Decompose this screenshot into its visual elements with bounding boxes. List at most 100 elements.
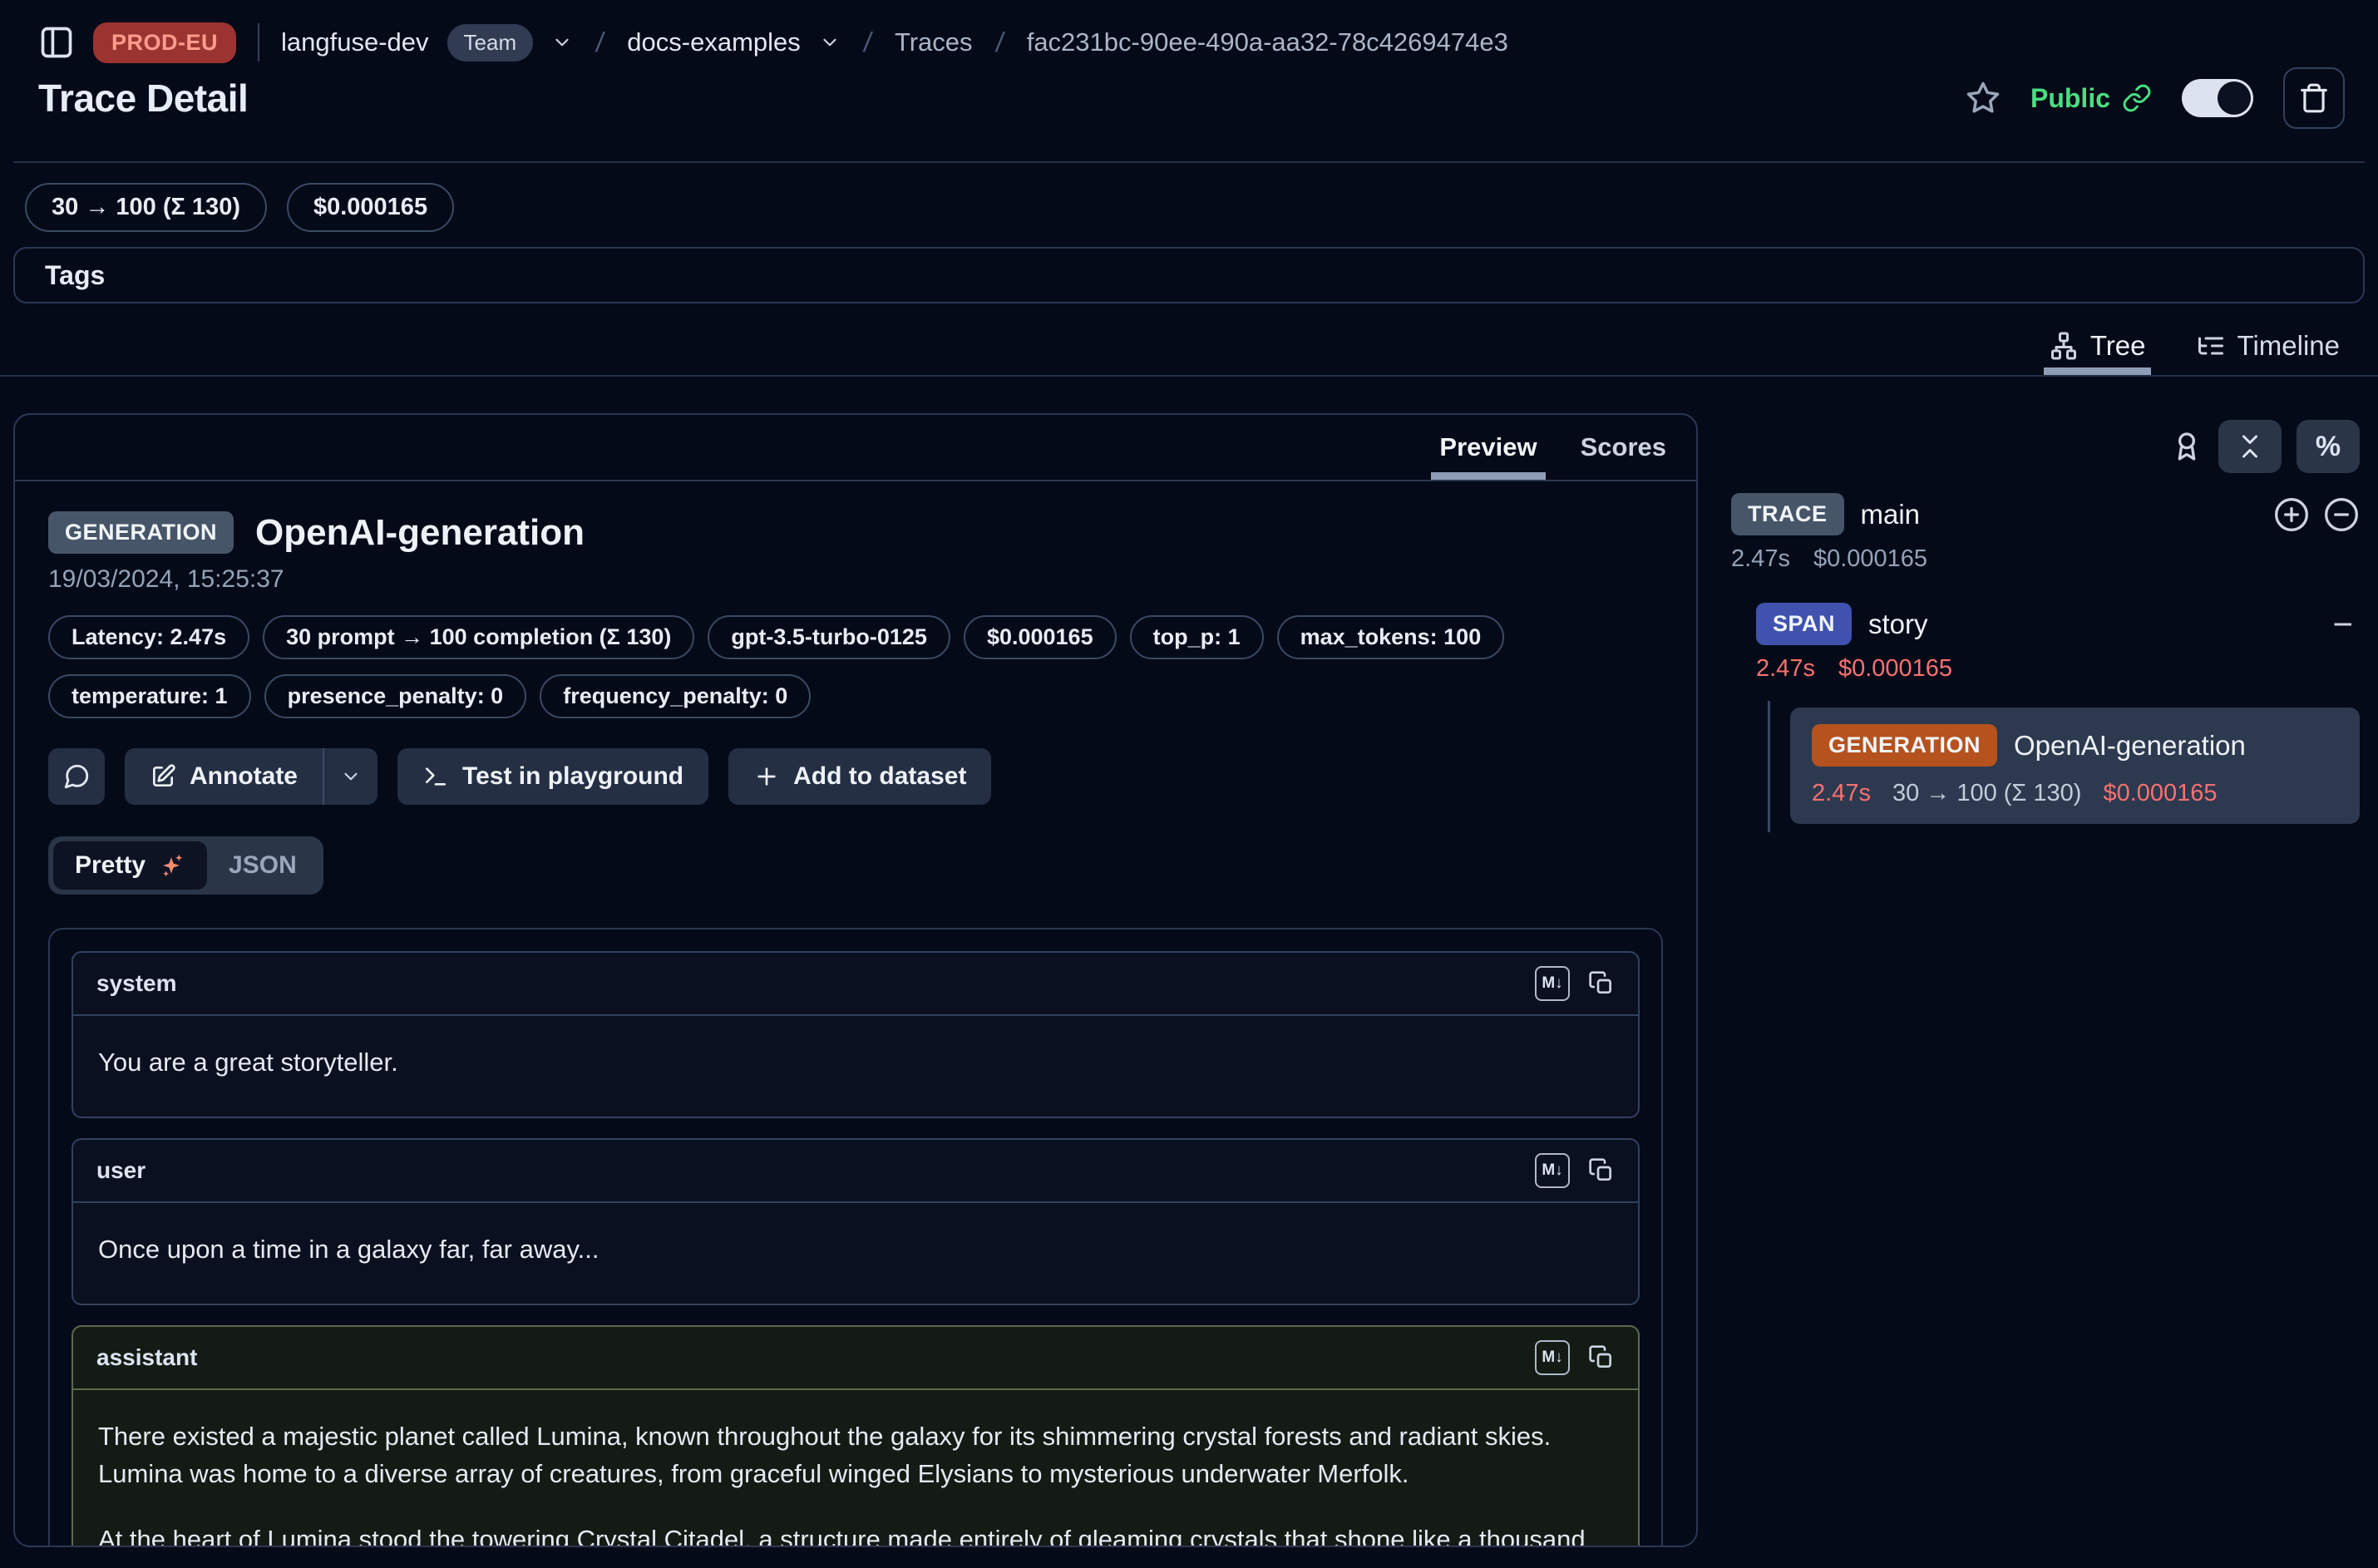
tab-timeline-label: Timeline [2237, 330, 2340, 362]
top-p-chip[interactable]: top_p: 1 [1130, 615, 1264, 659]
annotate-split-button: Annotate [125, 748, 377, 805]
collapse-all-button[interactable] [2218, 420, 2282, 473]
breadcrumb: PROD-EU langfuse-dev Team / docs-example… [0, 0, 2378, 63]
view-tabs: Tree Timeline [0, 303, 2378, 375]
copy-icon[interactable] [1588, 1344, 1615, 1371]
generation-name: OpenAI-generation [2014, 730, 2246, 762]
playground-label: Test in playground [462, 762, 683, 791]
observation-panel: Preview Scores GENERATION OpenAI-generat… [13, 413, 1698, 1547]
max-tokens-chip[interactable]: max_tokens: 100 [1277, 615, 1505, 659]
markdown-toggle-icon[interactable]: M↓ [1535, 1340, 1570, 1375]
breadcrumb-slash: / [594, 27, 606, 58]
annotate-dropdown-button[interactable] [324, 748, 377, 805]
sparkles-icon [157, 851, 185, 880]
edit-icon [150, 763, 176, 790]
metrics-percent-button[interactable]: % [2297, 420, 2360, 473]
timeline-icon [2196, 331, 2226, 361]
breadcrumb-project[interactable]: docs-examples [627, 27, 800, 57]
public-label: Public [2030, 83, 2110, 114]
actions-row: Annotate Test in playground Add to datas… [48, 748, 1663, 805]
cost-badge[interactable]: $0.000165 [287, 183, 454, 232]
tokens-chip[interactable]: 30 prompt → 100 completion (Σ 130) [263, 615, 694, 659]
span-metrics: 2.47s $0.000165 [1756, 655, 2360, 683]
annotate-button[interactable]: Annotate [125, 748, 323, 805]
add-to-dataset-button[interactable]: Add to dataset [728, 748, 991, 805]
markdown-toggle-icon[interactable]: M↓ [1535, 1153, 1570, 1188]
tags-box[interactable]: Tags [13, 247, 2365, 303]
message-content: Once upon a time in a galaxy far, far aw… [73, 1203, 1638, 1304]
span-type-badge: SPAN [1756, 603, 1852, 645]
format-json[interactable]: JSON [207, 841, 318, 890]
frequency-penalty-chip[interactable]: frequency_penalty: 0 [540, 674, 811, 718]
tab-timeline[interactable]: Timeline [2196, 330, 2340, 375]
collapse-span-icon[interactable]: − [2332, 607, 2360, 642]
trace-tree: TRACE main 2.47s $0.000165 SPAN story − [1731, 493, 2360, 832]
link-icon [2122, 83, 2152, 113]
trace-summary-badges: 30 → 100 (Σ 130) $0.000165 [0, 163, 2378, 232]
temperature-chip[interactable]: temperature: 1 [48, 674, 251, 718]
copy-icon[interactable] [1588, 1157, 1615, 1184]
tree-icon [2049, 331, 2079, 361]
tree-span-block: SPAN story − 2.47s $0.000165 GENERATION … [1756, 603, 2360, 832]
breadcrumb-section-traces[interactable]: Traces [895, 27, 973, 57]
generation-tokens: 30 → 100 (Σ 130) [1892, 780, 2082, 807]
generation-cost: $0.000165 [2103, 780, 2217, 807]
token-usage-badge[interactable]: 30 → 100 (Σ 130) [25, 183, 267, 232]
divider [0, 375, 2378, 377]
breadcrumb-trace-id: fac231bc-90ee-490a-aa32-78c4269474e3 [1027, 27, 1508, 57]
comment-button[interactable] [48, 748, 105, 805]
generation-latency: 2.47s [1812, 780, 1871, 807]
observation-timestamp: 19/03/2024, 15:25:37 [48, 565, 1663, 594]
observation-type-badge: GENERATION [48, 511, 234, 554]
message-content: You are a great storyteller. [73, 1016, 1638, 1117]
tab-preview[interactable]: Preview [1439, 415, 1537, 480]
public-link[interactable]: Public [2030, 83, 2152, 114]
tree-row-generation-selected[interactable]: GENERATION OpenAI-generation 2.47s 30 → … [1790, 708, 2360, 824]
org-chevron-down-icon[interactable] [551, 32, 573, 53]
trash-icon [2298, 82, 2330, 114]
main-area: Preview Scores GENERATION OpenAI-generat… [13, 413, 2365, 1547]
expand-all-icon [2273, 496, 2310, 533]
add-to-dataset-label: Add to dataset [793, 762, 966, 791]
sidebar-toggle-icon[interactable] [38, 24, 75, 61]
model-chip[interactable]: gpt-3.5-turbo-0125 [708, 615, 950, 659]
title-row: Trace Detail Public [0, 63, 2378, 125]
tab-scores[interactable]: Scores [1581, 415, 1666, 480]
trace-type-badge: TRACE [1731, 493, 1844, 535]
delete-trace-button[interactable] [2283, 67, 2345, 129]
message-assistant: assistant M↓ There existed a majestic pl… [72, 1325, 1640, 1546]
format-toggle: Pretty JSON [48, 836, 323, 895]
cost-chip[interactable]: $0.000165 [964, 615, 1117, 659]
message-system: system M↓ You are a great storyteller. [72, 951, 1640, 1118]
format-pretty-label: Pretty [75, 851, 146, 880]
markdown-toggle-icon[interactable]: M↓ [1535, 966, 1570, 1001]
message-role: system [96, 970, 177, 997]
trace-tree-sidebar: % TRACE main 2.47s $0.000165 SPAN story [1719, 413, 2365, 832]
org-type-badge: Team [447, 24, 534, 62]
environment-badge[interactable]: PROD-EU [93, 22, 236, 63]
breadcrumb-slash: / [861, 27, 874, 58]
breadcrumb-org[interactable]: langfuse-dev [281, 27, 429, 57]
panel-tabbar: Preview Scores [15, 415, 1696, 481]
tree-row-span[interactable]: SPAN story − [1756, 603, 2360, 645]
generation-metrics: 2.47s 30 → 100 (Σ 130) $0.000165 [1812, 780, 2338, 807]
presence-penalty-chip[interactable]: presence_penalty: 0 [264, 674, 527, 718]
breadcrumb-slash: / [994, 27, 1006, 58]
playground-button[interactable]: Test in playground [397, 748, 708, 805]
plus-icon [753, 763, 780, 790]
scores-award-icon[interactable] [2170, 430, 2203, 463]
tree-generation-wrap: GENERATION OpenAI-generation 2.47s 30 → … [1768, 701, 2360, 832]
tab-tree-label: Tree [2090, 330, 2146, 362]
tree-row-trace[interactable]: TRACE main [1731, 493, 2360, 535]
project-chevron-down-icon[interactable] [819, 32, 841, 53]
copy-icon[interactable] [1588, 970, 1615, 997]
public-toggle[interactable] [2182, 79, 2253, 117]
tab-tree[interactable]: Tree [2049, 330, 2146, 375]
format-pretty[interactable]: Pretty [53, 841, 207, 890]
span-cost: $0.000165 [1838, 655, 1952, 683]
bookmark-star-icon[interactable] [1966, 81, 2001, 116]
span-latency: 2.47s [1756, 655, 1815, 683]
comment-icon [62, 762, 91, 791]
trace-latency: 2.47s [1731, 545, 1790, 573]
latency-chip[interactable]: Latency: 2.47s [48, 615, 249, 659]
